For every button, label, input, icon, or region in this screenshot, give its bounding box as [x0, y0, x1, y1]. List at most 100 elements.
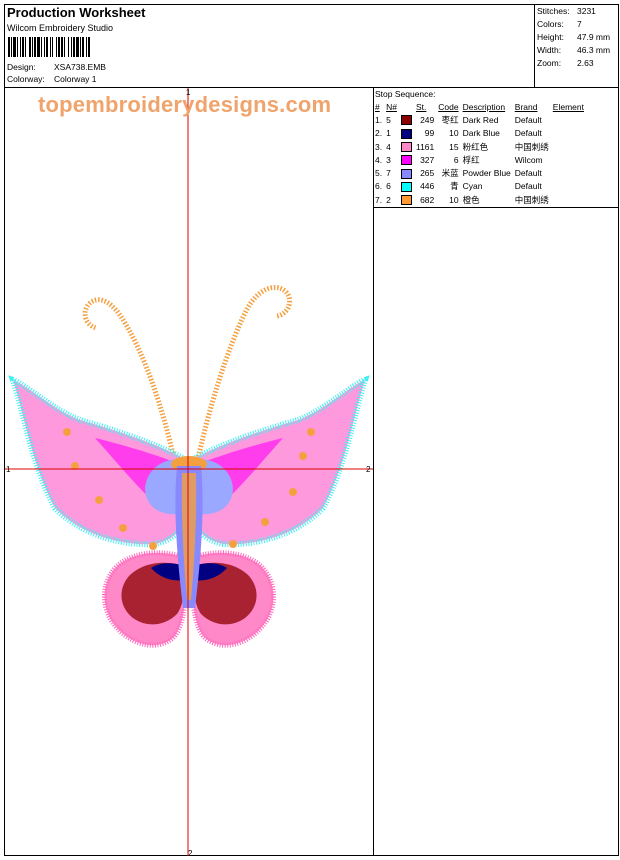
col-stitches: St. — [415, 101, 427, 112]
software-name: Wilcom Embroidery Studio — [7, 23, 114, 33]
stop-element — [551, 127, 586, 140]
stop-code: 15 — [449, 141, 459, 152]
forewing-right — [188, 375, 370, 548]
color-swatch-cell — [399, 166, 414, 179]
stop-row: 3. 4 1161 15 粉红色 中国刺绣 — [373, 140, 586, 153]
stop-description: 粉红色 — [462, 141, 489, 152]
col-code: Code — [438, 101, 459, 112]
stop-stitches: 682 — [420, 194, 435, 205]
stop-code: 米蓝 — [441, 168, 459, 179]
color-swatch-cell — [399, 140, 414, 153]
stop-description: Dark Blue — [462, 128, 500, 139]
color-swatch — [400, 181, 412, 192]
stop-stitches: 327 — [420, 154, 435, 165]
col-num: # — [375, 101, 380, 112]
stop-stitches: 265 — [420, 168, 435, 179]
stop-needle: 4 — [386, 141, 391, 152]
stop-code: 10 — [449, 194, 459, 205]
hindwing-right — [188, 550, 276, 648]
design-stats: Stitches: 3231 Colors: 7 Height: 47.9 mm Width… — [537, 5, 610, 70]
axis-label-right: 2 — [366, 465, 371, 474]
stop-description: Dark Red — [462, 114, 499, 125]
header-divider — [534, 4, 535, 88]
stop-num: 6. — [375, 181, 383, 192]
page-title: Production Worksheet — [7, 5, 146, 20]
color-swatch — [400, 195, 412, 206]
stop-needle: 2 — [386, 194, 391, 205]
stop-needle: 6 — [386, 181, 391, 192]
stat-label: Height: — [537, 32, 564, 42]
stop-brand: Wilcom — [514, 154, 543, 165]
stop-element — [551, 140, 586, 153]
design-value: XSA738.EMB — [54, 62, 106, 72]
col-brand: Brand — [514, 101, 538, 112]
stat-value: 3231 — [577, 6, 596, 16]
stop-row: 2. 1 99 10 Dark Blue Default — [373, 127, 586, 140]
color-swatch — [400, 141, 412, 152]
stop-table-header: # N# St. Code Description Brand Element — [373, 100, 586, 113]
stop-needle: 3 — [386, 154, 391, 165]
stat-value: 46.3 mm — [577, 45, 611, 55]
barcode — [8, 37, 130, 57]
hindwing-left — [102, 550, 190, 648]
stop-code: 枣红 — [441, 114, 459, 125]
colorway-row: Colorway: Colorway 1 — [7, 74, 97, 84]
stop-stitches: 99 — [424, 128, 435, 139]
stop-needle: 1 — [386, 128, 391, 139]
stop-element — [551, 166, 586, 179]
axis-label-left: 1 — [6, 465, 11, 474]
stat-row: Height: 47.9 mm — [537, 31, 610, 44]
stop-sequence-title: Stop Sequence: — [375, 89, 436, 99]
stop-needle: 5 — [386, 114, 391, 125]
stop-row: 6. 6 446 青 Cyan Default — [373, 180, 586, 193]
stat-value: 2.63 — [577, 58, 594, 68]
stat-row: Zoom: 2.63 — [537, 57, 610, 70]
stat-row: Colors: 7 — [537, 18, 610, 31]
stop-sequence-table: # N# St. Code Description Brand Element … — [373, 100, 586, 206]
color-swatch-cell — [399, 153, 414, 166]
stop-num: 1. — [375, 114, 383, 125]
color-swatch — [400, 168, 412, 179]
table-separator — [373, 207, 619, 208]
col-element: Element — [552, 101, 584, 112]
stop-description: Powder Blue — [462, 168, 511, 179]
stat-label: Zoom: — [537, 58, 562, 68]
design-preview — [5, 88, 373, 856]
axis-label-bottom: 2 — [188, 849, 193, 858]
stat-row: Width: 46.3 mm — [537, 44, 610, 57]
stop-num: 4. — [375, 154, 383, 165]
axis-label-top: 1 — [186, 88, 191, 97]
colorway-label: Colorway: — [7, 74, 45, 84]
stop-stitches: 249 — [420, 114, 435, 125]
color-swatch-cell — [399, 193, 414, 206]
design-label: Design: — [7, 62, 36, 72]
stat-label: Colors: — [537, 19, 564, 29]
watermark: topembroiderydesigns.com — [38, 92, 332, 117]
stop-description: Cyan — [462, 181, 483, 192]
design-row: Design: XSA738.EMB — [7, 62, 106, 72]
stop-needle: 7 — [386, 168, 391, 179]
colorway-value: Colorway 1 — [54, 74, 97, 84]
stop-row: 7. 2 682 10 橙色 中国刺绣 — [373, 193, 586, 206]
color-swatch — [400, 128, 412, 139]
color-swatch-cell — [399, 180, 414, 193]
stop-stitches: 1161 — [415, 141, 435, 152]
color-swatch-cell — [399, 127, 414, 140]
stat-label: Stitches: — [537, 6, 570, 16]
color-swatch-cell — [399, 113, 414, 126]
color-swatch — [400, 155, 412, 166]
stop-brand: 中国刺绣 — [514, 194, 549, 205]
stop-element — [551, 153, 586, 166]
stat-row: Stitches: 3231 — [537, 5, 610, 18]
stop-brand: Default — [514, 181, 542, 192]
stat-value: 7 — [577, 19, 582, 29]
col-n: N# — [386, 101, 397, 112]
stop-num: 5. — [375, 168, 383, 179]
stop-num: 2. — [375, 128, 383, 139]
stop-row: 1. 5 249 枣红 Dark Red Default — [373, 113, 586, 126]
stop-description: 桴红 — [462, 154, 480, 165]
color-swatch — [400, 115, 412, 126]
stat-value: 47.9 mm — [577, 32, 611, 42]
stop-brand: Default — [514, 114, 542, 125]
stop-brand: 中国刺绣 — [514, 141, 549, 152]
